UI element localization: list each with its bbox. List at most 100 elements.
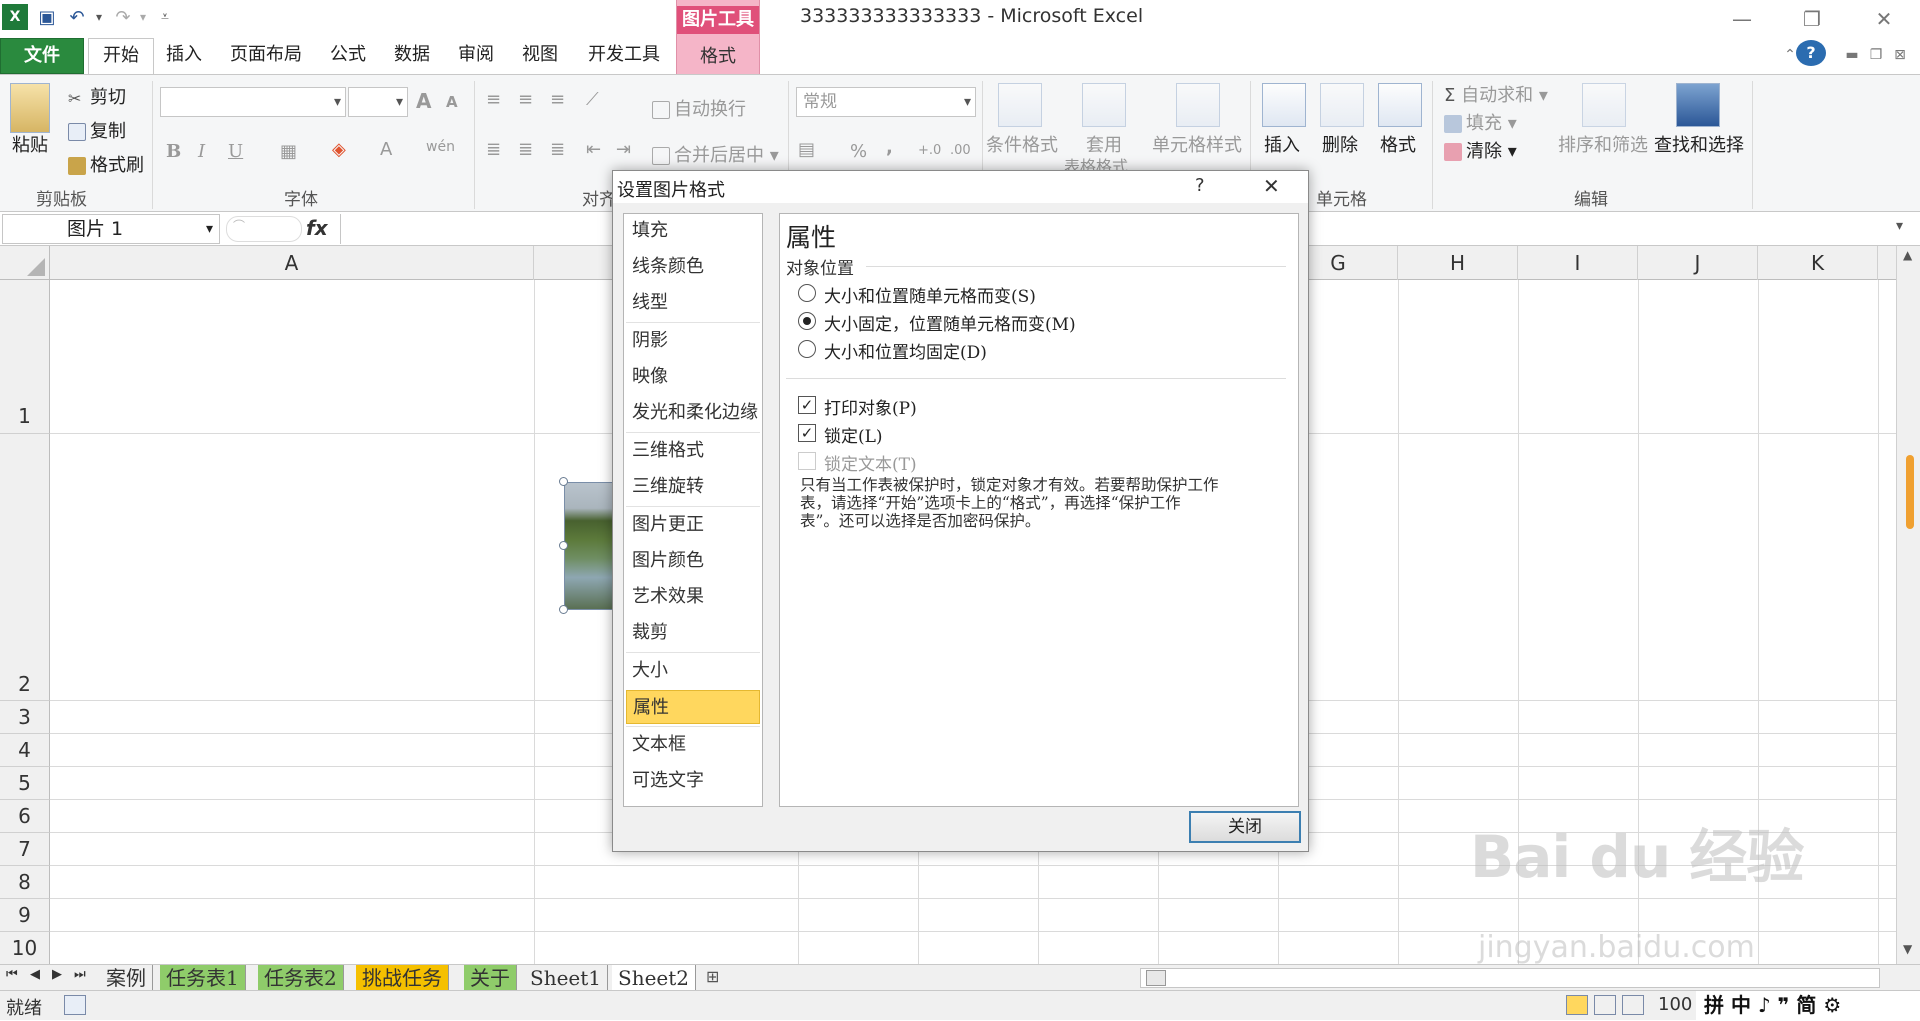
increase-decimal-icon[interactable]: +.0 — [918, 143, 941, 158]
row-header[interactable]: 4 — [0, 734, 50, 767]
nav-item-line-style[interactable]: 线型 — [626, 286, 760, 320]
grow-font-button[interactable]: A — [416, 89, 431, 113]
align-left-icon[interactable]: ≣ — [486, 139, 501, 160]
font-color-icon[interactable]: A — [380, 139, 392, 160]
conditional-format-button[interactable]: 条件格式 — [986, 131, 1058, 157]
sheet-tab[interactable]: 挑战任务 — [356, 965, 449, 991]
row-header[interactable]: 5 — [0, 767, 50, 800]
macro-record-icon[interactable] — [64, 995, 86, 1015]
insert-sheet-icon[interactable]: ⊞ — [706, 967, 719, 986]
horizontal-scroll-thumb[interactable] — [1146, 970, 1166, 986]
vertical-scroll-thumb[interactable] — [1906, 455, 1914, 529]
resize-handle[interactable] — [559, 477, 568, 486]
comma-button[interactable]: , — [886, 137, 893, 158]
radio-dont-move-or-size[interactable] — [798, 340, 816, 358]
delete-cells-button[interactable]: 删除 — [1322, 131, 1358, 157]
align-top-icon[interactable]: ≡ — [486, 89, 501, 110]
row-header[interactable]: 6 — [0, 800, 50, 833]
formula-resize-handle[interactable]: ⌒ — [226, 216, 302, 242]
first-sheet-icon[interactable]: ⏮ — [6, 967, 18, 982]
nav-item-shadow[interactable]: 阴影 — [626, 324, 760, 358]
find-select-button[interactable]: 查找和选择 — [1654, 131, 1744, 157]
currency-icon[interactable]: ▤ — [798, 139, 815, 160]
binoculars-icon[interactable] — [1676, 83, 1720, 127]
customize-qat-icon[interactable]: ⩡ — [152, 4, 178, 30]
checkbox-label-print-object[interactable]: 打印对象(P) — [824, 394, 917, 419]
borders-icon[interactable]: ▦ — [280, 141, 297, 162]
scroll-up-icon[interactable]: ▲ — [1903, 248, 1912, 262]
minimize-icon[interactable]: — — [1720, 4, 1764, 34]
scroll-down-icon[interactable]: ▼ — [1903, 942, 1912, 956]
resize-handle[interactable] — [559, 605, 568, 614]
copy-button[interactable]: 复制 — [68, 117, 126, 143]
radio-label-dont-move-or-size[interactable]: 大小和位置均固定(D) — [824, 338, 987, 363]
tab-data[interactable]: 数据 — [388, 38, 436, 74]
checkbox-label-locked[interactable]: 锁定(L) — [824, 422, 883, 447]
decrease-indent-icon[interactable]: ⇤ — [586, 139, 601, 160]
resize-handle[interactable] — [559, 541, 568, 550]
radio-label-move-dont-size[interactable]: 大小固定，位置随单元格而变(M) — [824, 310, 1076, 335]
help-icon[interactable]: ? — [1796, 40, 1826, 66]
format-cells-icon[interactable] — [1378, 83, 1422, 127]
number-format-combo[interactable]: 常规 — [796, 87, 976, 117]
doc-close-icon[interactable]: ⊠ — [1878, 40, 1920, 70]
tab-insert[interactable]: 插入 — [160, 38, 208, 74]
sheet-tab-active[interactable]: Sheet2 — [612, 965, 697, 991]
sheet-tab[interactable]: 案例 — [100, 965, 153, 991]
save-icon[interactable]: ▣ — [34, 4, 60, 30]
close-window-icon[interactable]: ✕ — [1862, 4, 1906, 34]
phonetic-button[interactable]: wén — [426, 139, 455, 155]
last-sheet-icon[interactable]: ⏭ — [74, 967, 86, 982]
increase-indent-icon[interactable]: ⇥ — [616, 139, 631, 160]
nav-item-alt-text[interactable]: 可选文字 — [626, 764, 760, 798]
vertical-scrollbar[interactable]: ▲ ▼ — [1896, 246, 1920, 964]
shrink-font-button[interactable]: A — [446, 93, 458, 111]
tab-developer[interactable]: 开发工具 — [580, 38, 668, 74]
row-header[interactable]: 8 — [0, 866, 50, 899]
radio-move-and-size[interactable] — [798, 284, 816, 302]
font-name-combo[interactable] — [160, 87, 346, 117]
tab-review[interactable]: 审阅 — [452, 38, 500, 74]
row-header[interactable]: 9 — [0, 899, 50, 932]
insert-function-icon[interactable]: fx — [306, 216, 328, 240]
decrease-decimal-icon[interactable]: .00 — [950, 143, 971, 158]
checkbox-print-object[interactable]: ✓ — [798, 396, 816, 414]
nav-item-artistic-effects[interactable]: 艺术效果 — [626, 580, 760, 614]
fill-color-icon[interactable]: ◈ — [332, 139, 346, 160]
sort-filter-icon[interactable] — [1582, 83, 1626, 127]
undo-dropdown-icon[interactable]: ▾ — [86, 4, 112, 30]
radio-move-dont-size[interactable] — [798, 312, 816, 330]
nav-item-picture-corrections[interactable]: 图片更正 — [626, 508, 760, 542]
format-painter-button[interactable]: 格式刷 — [68, 151, 144, 177]
insert-cells-button[interactable]: 插入 — [1264, 131, 1300, 157]
sort-filter-button[interactable]: 排序和筛选 — [1558, 131, 1648, 157]
nav-item-fill[interactable]: 填充 — [626, 214, 760, 248]
sheet-tab[interactable]: 关于 — [464, 965, 517, 991]
tab-page-layout[interactable]: 页面布局 — [222, 38, 310, 74]
font-size-combo[interactable] — [348, 87, 408, 117]
tab-formulas[interactable]: 公式 — [324, 38, 372, 74]
tab-file[interactable]: 文件 — [0, 38, 84, 74]
page-layout-view-icon[interactable] — [1594, 995, 1616, 1015]
align-right-icon[interactable]: ≣ — [550, 139, 565, 160]
page-break-view-icon[interactable] — [1622, 995, 1644, 1015]
tab-home[interactable]: 开始 — [88, 38, 154, 74]
cell-styles-icon[interactable] — [1176, 83, 1220, 127]
column-header[interactable]: I — [1518, 246, 1638, 280]
row-header[interactable]: 7 — [0, 833, 50, 866]
checkbox-locked[interactable]: ✓ — [798, 424, 816, 442]
merge-center-button[interactable]: 合并后居中 ▾ — [652, 141, 779, 167]
delete-cells-icon[interactable] — [1320, 83, 1364, 127]
dialog-close-button[interactable]: 关闭 — [1189, 811, 1301, 843]
row-header[interactable]: 10 — [0, 932, 50, 964]
format-as-table-icon[interactable] — [1082, 83, 1126, 127]
wrap-text-button[interactable]: 自动换行 — [652, 95, 746, 121]
zoom-level[interactable]: 100 — [1658, 994, 1692, 1015]
align-middle-icon[interactable]: ≡ — [518, 89, 533, 110]
paste-button[interactable]: 粘贴 — [12, 131, 48, 157]
nav-item-line-color[interactable]: 线条颜色 — [626, 250, 760, 284]
align-bottom-icon[interactable]: ≡ — [550, 89, 565, 110]
next-sheet-icon[interactable]: ▶ — [52, 967, 62, 982]
expand-formula-icon[interactable]: ▾ — [1896, 218, 1903, 234]
underline-button[interactable]: U — [228, 141, 243, 162]
